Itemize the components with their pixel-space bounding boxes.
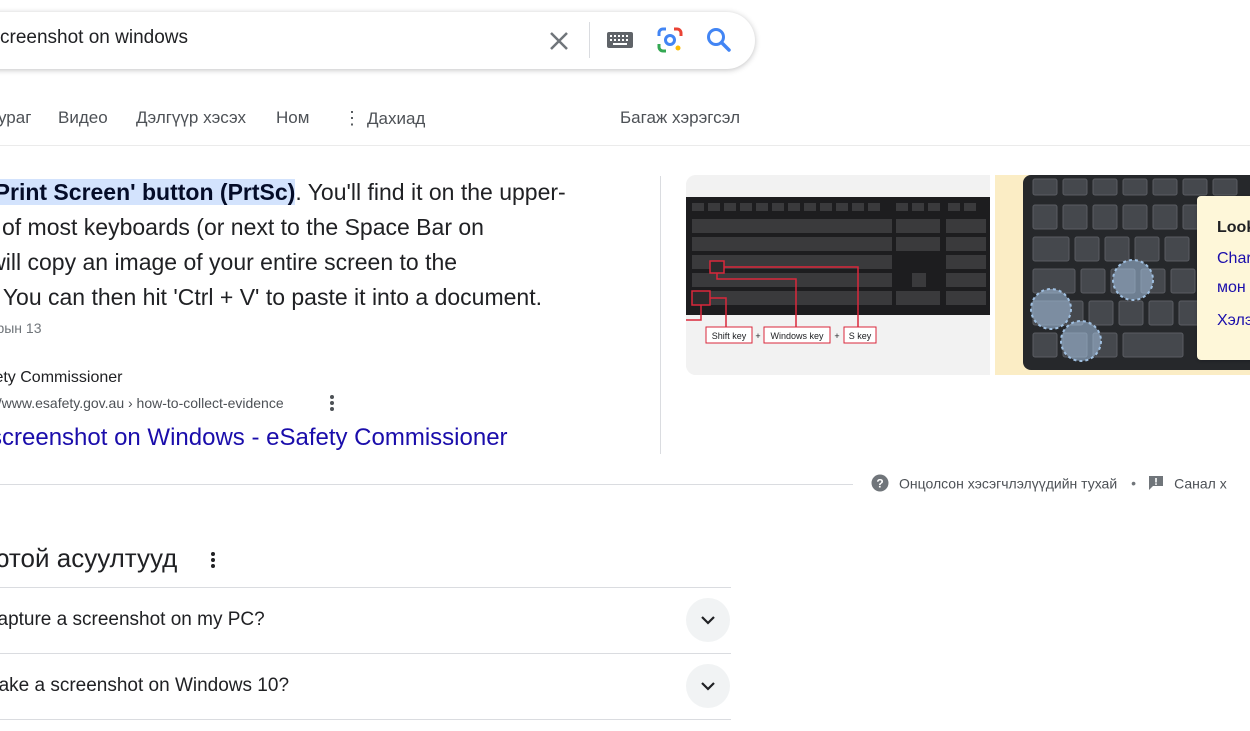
expand-chevron-icon[interactable] (686, 664, 730, 708)
more-vert-icon: ⋮ (343, 108, 361, 128)
source-url[interactable]: ://www.esafety.gov.au › how-to-collect-e… (0, 395, 284, 411)
paa-divider (0, 719, 731, 720)
popup-link[interactable]: Хэлэ (1217, 312, 1250, 330)
img-key-s: S key (849, 331, 872, 341)
snippet-date: о сарын 13 (0, 320, 42, 336)
img-plus-1: + (755, 331, 760, 341)
popup-link[interactable]: Char (1217, 250, 1250, 268)
keyboard-shortcut-image[interactable]: Shift key + Windows key + S key (686, 175, 990, 375)
snippet-highlight: e 'Print Screen' button (PrtSc) (0, 179, 296, 205)
snippet-line2: de of most keyboards (or next to the Spa… (0, 214, 484, 240)
search-icon[interactable] (705, 26, 733, 54)
google-lens-icon[interactable] (656, 26, 684, 54)
image-info-popup: Look Char мон Хэлэ (1197, 196, 1250, 360)
result-options-icon[interactable] (325, 393, 339, 413)
featured-snippet-text: e 'Print Screen' button (PrtSc). You'll … (0, 175, 630, 315)
paa-options-icon[interactable] (206, 549, 220, 571)
result-title-link[interactable]: screenshot on Windows - eSafety Commissi… (0, 424, 508, 452)
svg-text:?: ? (876, 477, 883, 491)
tab-books[interactable]: Ном (276, 108, 309, 128)
people-also-ask-title: ютой асуултууд (0, 543, 178, 573)
paa-divider (0, 653, 731, 654)
help-icon[interactable]: ? (871, 474, 889, 492)
popup-heading: Look (1217, 219, 1250, 236)
vertical-divider (660, 176, 661, 454)
img-key-windows: Windows key (770, 331, 824, 341)
paa-question[interactable]: nake a screenshot on Windows 10? (0, 675, 289, 697)
tab-more[interactable]: ⋮ Дахиад (343, 108, 425, 129)
search-input[interactable]: creenshot on windows (0, 27, 188, 49)
paa-divider (0, 587, 731, 588)
feedback-link[interactable]: Санал х (1174, 475, 1227, 491)
section-divider (0, 484, 853, 485)
clear-icon[interactable] (546, 28, 572, 54)
keyboard-icon[interactable] (606, 31, 634, 49)
tab-videos[interactable]: Видео (58, 108, 108, 128)
feedback-icon[interactable] (1148, 475, 1164, 491)
tab-images[interactable]: ураг (0, 108, 31, 128)
source-site-name[interactable]: fety Commissioner (0, 369, 122, 387)
snippet-line3: It will copy an image of your entire scr… (0, 249, 458, 275)
img-plus-2: + (834, 331, 839, 341)
about-link[interactable]: Онцолсон хэсэгчлэлүүдийн тухай (899, 475, 1117, 491)
snippet-line4: rd. You can then hit 'Ctrl + V' to paste… (0, 284, 542, 310)
tools-button[interactable]: Багаж хэрэгсэл (620, 108, 740, 128)
expand-chevron-icon[interactable] (686, 598, 730, 642)
popup-link[interactable]: мон (1217, 279, 1246, 297)
tab-more-label: Дахиад (367, 109, 426, 128)
nav-divider (0, 145, 1250, 146)
bullet-separator: • (1131, 475, 1137, 492)
tab-shopping[interactable]: Дэлгүүр хэсэх (136, 108, 246, 128)
paa-question[interactable]: capture a screenshot on my PC? (0, 609, 265, 631)
about-featured-snippets: ? Онцолсон хэсэгчлэлүүдийн тухай • Санал … (871, 474, 1227, 492)
img-key-shift: Shift key (712, 331, 747, 341)
snippet-line1: . You'll find it on the upper- (295, 179, 566, 205)
search-divider (589, 22, 590, 58)
